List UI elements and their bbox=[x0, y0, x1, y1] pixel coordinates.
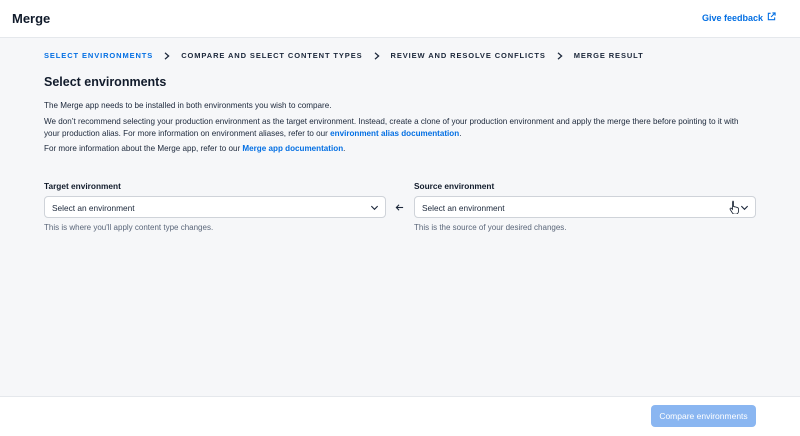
source-environment-select[interactable]: Select an environment bbox=[414, 196, 756, 218]
app-title: Merge bbox=[12, 11, 51, 26]
target-environment-label: Target environment bbox=[44, 181, 121, 191]
chevron-down-icon bbox=[740, 205, 749, 211]
info-text: For more information about the Merge app… bbox=[44, 144, 346, 153]
recommendation-text: We don’t recommend selecting your produc… bbox=[44, 117, 739, 138]
give-feedback-label: Give feedback bbox=[701, 12, 763, 23]
source-environment-value: Select an environment bbox=[422, 203, 505, 213]
source-environment-label: Source environment bbox=[414, 181, 495, 191]
chevron-right-icon bbox=[153, 51, 181, 60]
step-review-conflicts[interactable]: REVIEW AND RESOLVE CONFLICTS bbox=[391, 51, 546, 60]
step-compare-content-types[interactable]: COMPARE AND SELECT CONTENT TYPES bbox=[181, 51, 362, 60]
top-bar: Merge Give feedback bbox=[0, 0, 800, 38]
chevron-down-icon bbox=[370, 205, 379, 211]
give-feedback-link[interactable]: Give feedback bbox=[702, 12, 776, 23]
merge-app-doc-link[interactable]: Merge app documentation bbox=[242, 144, 343, 153]
step-select-environments[interactable]: SELECT ENVIRONMENTS bbox=[44, 51, 153, 60]
section-title: Select environments bbox=[44, 75, 167, 89]
target-environment-select[interactable]: Select an environment bbox=[44, 196, 386, 218]
source-environment-help: This is the source of your desired chang… bbox=[414, 223, 567, 232]
info-text-body: For more information about the Merge app… bbox=[44, 144, 241, 153]
stepper: SELECT ENVIRONMENTS COMPARE AND SELECT C… bbox=[44, 51, 644, 60]
compare-environments-button[interactable]: Compare environments bbox=[651, 405, 756, 427]
environment-alias-doc-link[interactable]: environment alias documentation bbox=[330, 129, 459, 138]
intro-text: The Merge app needs to be installed in b… bbox=[44, 101, 332, 110]
target-environment-value: Select an environment bbox=[52, 203, 135, 213]
recommendation-line-1: We don’t recommend selecting your produc… bbox=[44, 117, 739, 126]
arrow-left-icon bbox=[395, 204, 404, 211]
external-link-icon bbox=[767, 12, 776, 23]
step-merge-result[interactable]: MERGE RESULT bbox=[574, 51, 644, 60]
chevron-right-icon bbox=[363, 51, 391, 60]
chevron-right-icon bbox=[546, 51, 574, 60]
pointer-cursor-icon bbox=[729, 200, 739, 214]
recommendation-line-2: your production alias. For more informat… bbox=[44, 129, 328, 138]
target-environment-help: This is where you'll apply content type … bbox=[44, 223, 214, 232]
